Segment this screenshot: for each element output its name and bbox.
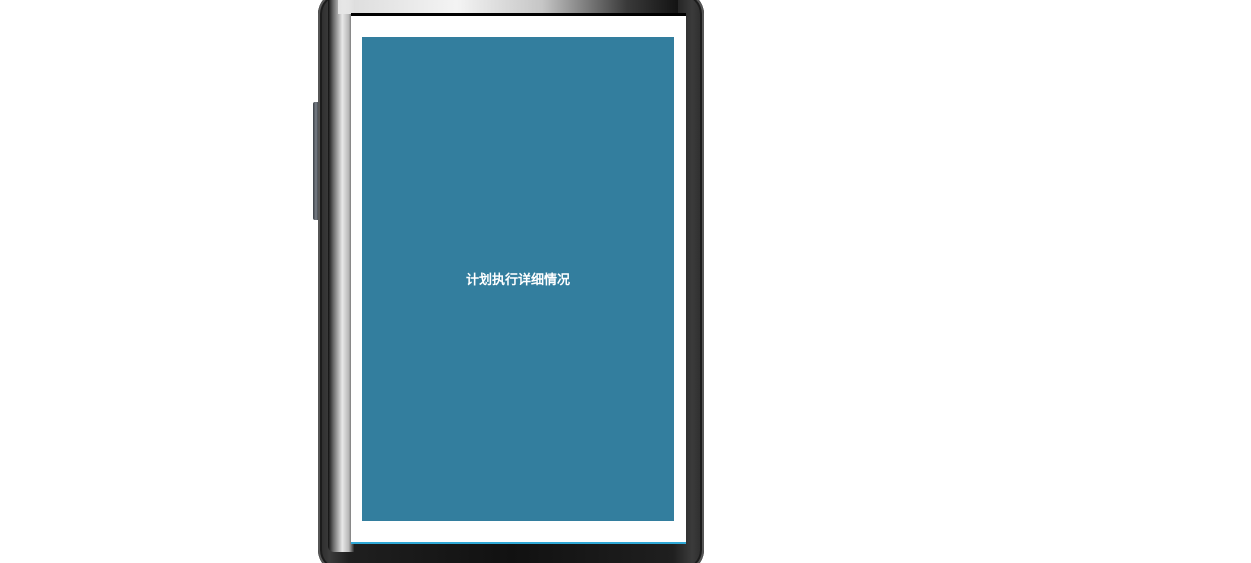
panel-title: 计划执行详细情况 xyxy=(465,272,570,288)
phone-screen: 计划执行详细情况 xyxy=(351,13,686,544)
plan-execution-panel[interactable]: 计划执行详细情况 xyxy=(362,37,674,521)
canvas: 计划执行详细情况 xyxy=(0,0,1251,563)
phone-top-gloss xyxy=(338,0,678,14)
